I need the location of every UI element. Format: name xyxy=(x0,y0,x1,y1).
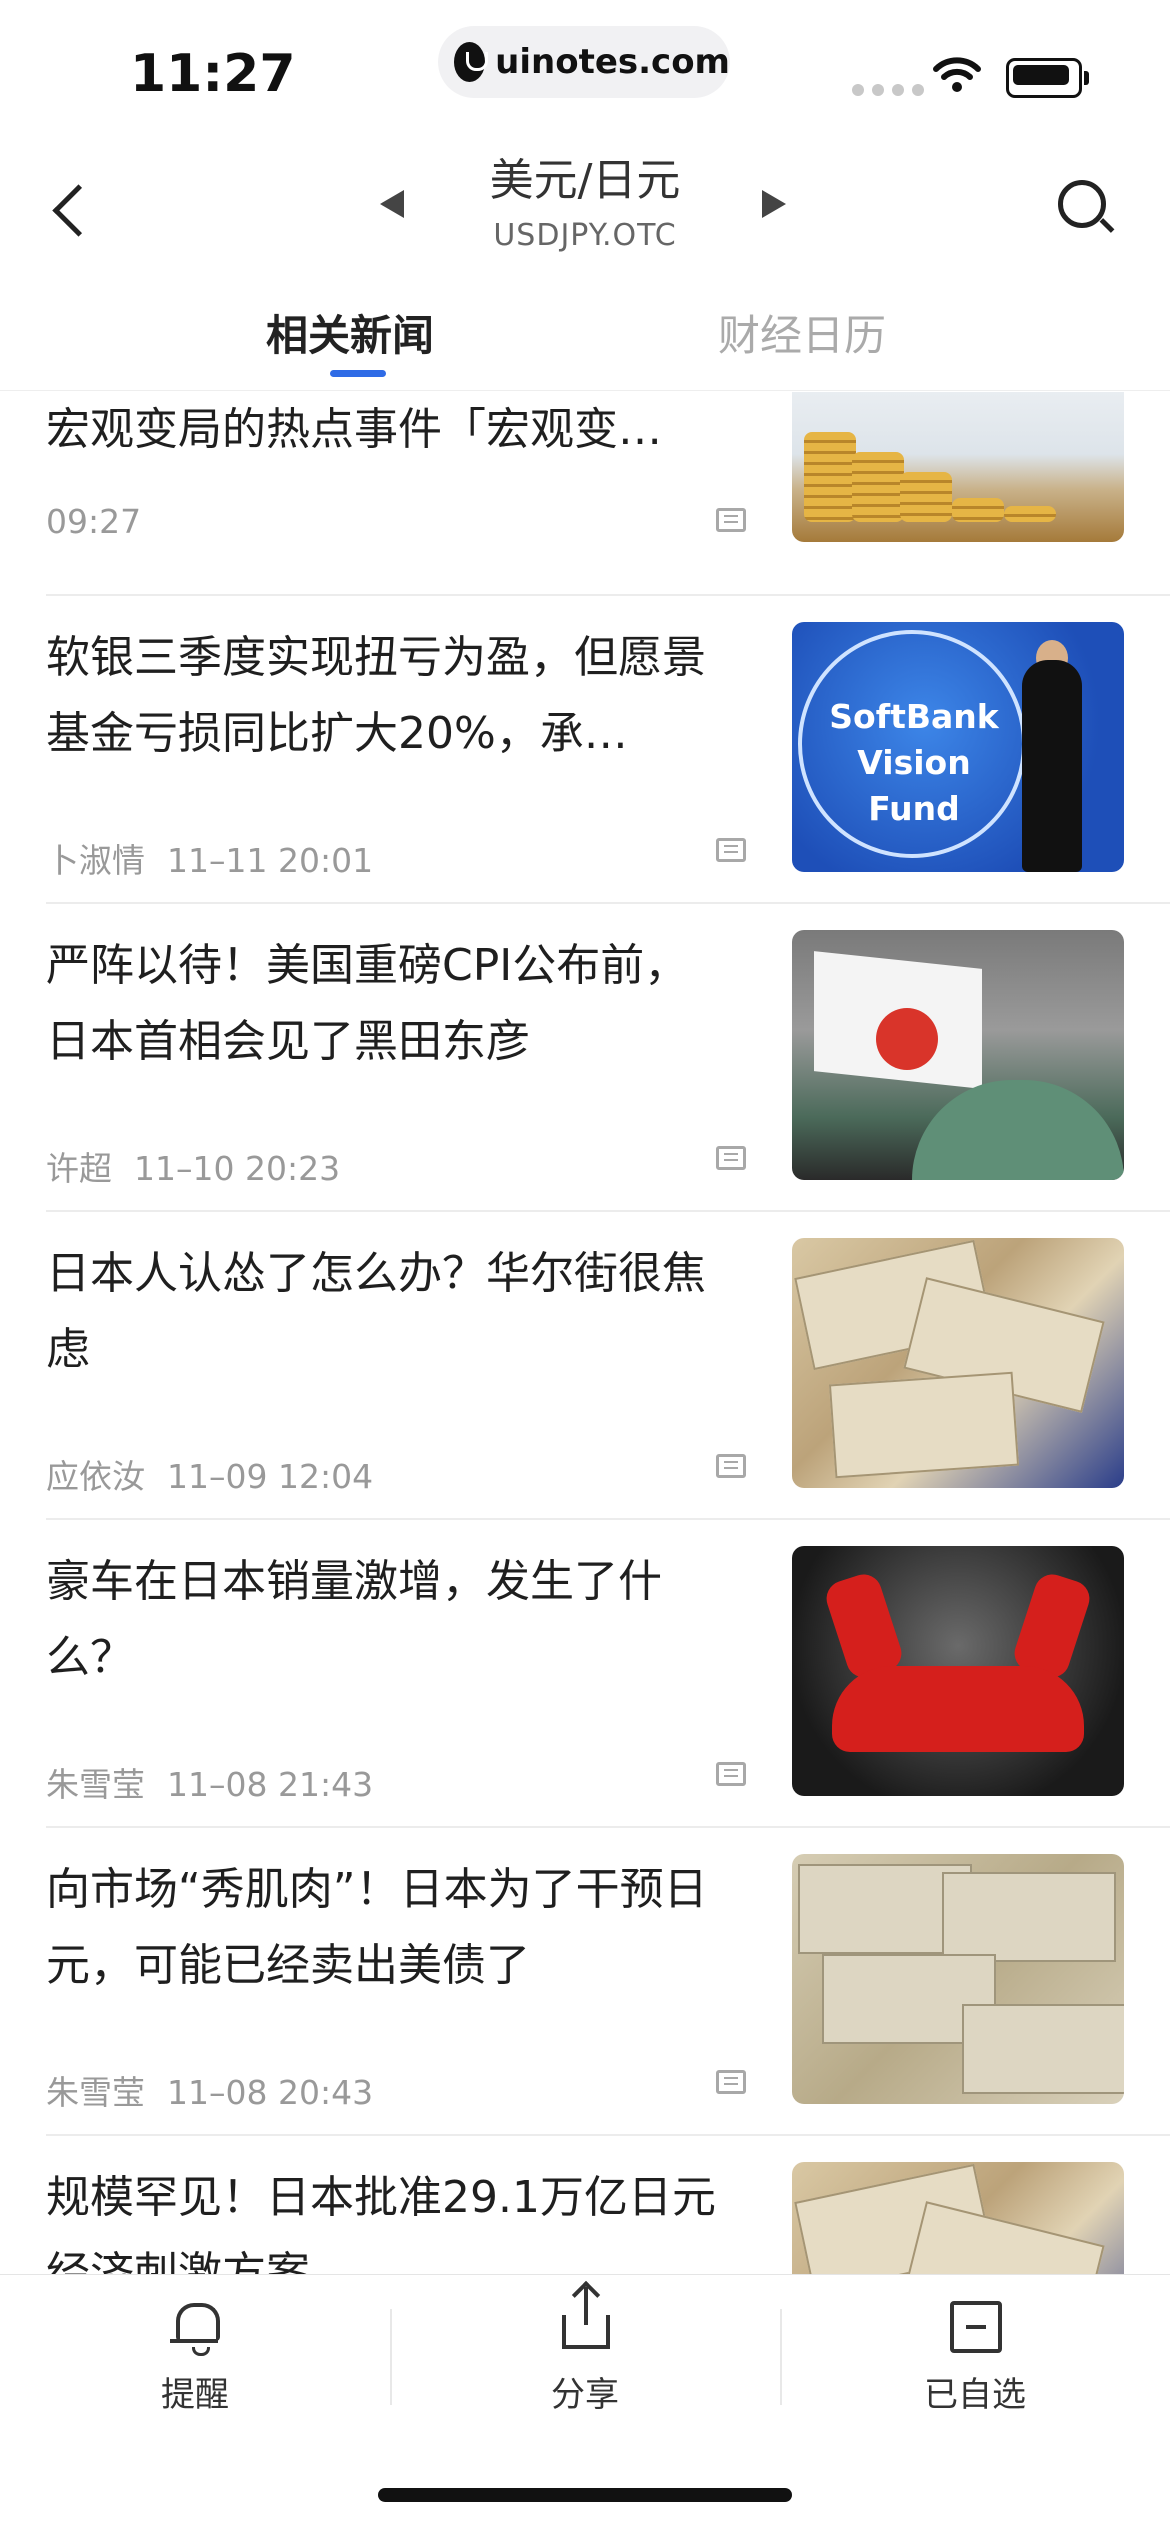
status-time: 11:27 xyxy=(130,44,296,104)
news-feed[interactable]: 宏观变局的热点事件「宏观变… 09:27 软银三季度实现扭亏为盈，但愿景基金亏损… xyxy=(0,392,1170,2274)
news-item[interactable]: 宏观变局的热点事件「宏观变… 09:27 xyxy=(46,392,1170,596)
watchlist-button[interactable]: 已自选 xyxy=(780,2275,1170,2457)
news-meta: 卜淑情 11–11 20:01 xyxy=(46,834,373,882)
news-thumbnail xyxy=(792,2162,1124,2274)
home-indicator[interactable] xyxy=(378,2488,792,2502)
signal-icon xyxy=(852,84,924,96)
page-title: 美元/日元 xyxy=(489,155,681,206)
tab-bar: 相关新闻 财经日历 xyxy=(0,280,1170,391)
watchlist-minus-icon xyxy=(950,2301,1002,2353)
news-title: 规模罕见！日本批准29.1万亿日元经济刺激方案 xyxy=(46,2172,716,2274)
url-pill[interactable]: uinotes.com xyxy=(438,26,730,98)
news-date: 11–08 21:43 xyxy=(167,1765,374,1804)
share-icon xyxy=(562,2287,610,2349)
status-bar: 11:27 uinotes.com xyxy=(0,0,1170,130)
alert-button[interactable]: 提醒 xyxy=(0,2275,390,2457)
news-item[interactable]: 日本人认怂了怎么办？华尔街很焦虑 应依汝 11–09 12:04 xyxy=(46,1212,1170,1520)
search-icon[interactable] xyxy=(1058,180,1106,228)
news-author: 许超 xyxy=(46,1149,112,1188)
news-date: 09:27 xyxy=(46,502,142,541)
site-logo-icon xyxy=(454,42,489,82)
news-thumbnail xyxy=(792,1854,1124,2104)
news-meta: 许超 11–10 20:23 xyxy=(46,1142,340,1190)
news-title: 宏观变局的热点事件「宏观变… xyxy=(46,404,662,455)
battery-icon xyxy=(1006,58,1089,98)
news-item[interactable]: 严阵以待！美国重磅CPI公布前，日本首相会见了黑田东彦 许超 11–10 20:2… xyxy=(46,904,1170,1212)
alert-label: 提醒 xyxy=(161,2375,229,2415)
tab-active-indicator xyxy=(330,370,386,377)
news-meta: 09:27 xyxy=(46,502,141,541)
tab-related-news[interactable]: 相关新闻 xyxy=(266,302,434,363)
news-title: 软银三季度实现扭亏为盈，但愿景基金亏损同比扩大20%，承… xyxy=(46,632,706,759)
news-author: 卜淑情 xyxy=(46,841,145,880)
next-pair-icon[interactable] xyxy=(762,190,786,218)
news-author: 朱雪莹 xyxy=(46,2073,145,2112)
news-thumbnail xyxy=(792,930,1124,1180)
bottom-toolbar: 提醒 分享 已自选 xyxy=(0,2274,1170,2457)
news-item[interactable]: 向市场“秀肌肉”！日本为了干预日元，可能已经卖出美债了 朱雪莹 11–08 20:… xyxy=(46,1828,1170,2136)
share-button[interactable]: 分享 xyxy=(390,2275,780,2457)
news-title: 严阵以待！美国重磅CPI公布前，日本首相会见了黑田东彦 xyxy=(46,940,689,1067)
news-title: 向市场“秀肌肉”！日本为了干预日元，可能已经卖出美债了 xyxy=(46,1864,708,1991)
news-author: 朱雪莹 xyxy=(46,1765,145,1804)
news-meta: 朱雪莹 11–08 21:43 xyxy=(46,1758,373,1806)
page-subtitle: USDJPY.OTC xyxy=(493,218,677,253)
news-item[interactable]: 规模罕见！日本批准29.1万亿日元经济刺激方案 xyxy=(46,2136,1170,2274)
watchlist-label: 已自选 xyxy=(924,2375,1026,2415)
comment-icon[interactable] xyxy=(716,1454,746,1478)
news-date: 11–08 20:43 xyxy=(167,2073,374,2112)
bell-icon xyxy=(170,2303,220,2356)
wifi-icon xyxy=(933,57,981,92)
news-thumbnail xyxy=(792,1546,1124,1796)
news-date: 11–10 20:23 xyxy=(134,1149,341,1188)
news-item[interactable]: 豪车在日本销量激增，发生了什么？ 朱雪莹 11–08 21:43 xyxy=(46,1520,1170,1828)
comment-icon[interactable] xyxy=(716,838,746,862)
news-item[interactable]: 软银三季度实现扭亏为盈，但愿景基金亏损同比扩大20%，承… 卜淑情 11–11 2… xyxy=(46,596,1170,904)
news-title: 日本人认怂了怎么办？华尔街很焦虑 xyxy=(46,1248,706,1375)
news-date: 11–09 12:04 xyxy=(167,1457,374,1496)
comment-icon[interactable] xyxy=(716,508,746,532)
news-meta: 应依汝 11–09 12:04 xyxy=(46,1450,373,1498)
comment-icon[interactable] xyxy=(716,1762,746,1786)
news-meta: 朱雪莹 11–08 20:43 xyxy=(46,2066,373,2114)
share-label: 分享 xyxy=(551,2375,619,2415)
news-author: 应依汝 xyxy=(46,1457,145,1496)
comment-icon[interactable] xyxy=(716,1146,746,1170)
news-thumbnail: SoftBank Vision Fund xyxy=(792,622,1124,872)
news-thumbnail xyxy=(792,1238,1124,1488)
news-date: 11–11 20:01 xyxy=(167,841,374,880)
news-title: 豪车在日本销量激增，发生了什么？ xyxy=(46,1556,662,1683)
tab-econ-calendar[interactable]: 财经日历 xyxy=(718,302,886,363)
nav-bar: 美元/日元 USDJPY.OTC xyxy=(0,130,1170,280)
news-thumbnail xyxy=(792,392,1124,542)
comment-icon[interactable] xyxy=(716,2070,746,2094)
thumbnail-text: SoftBank Vision Fund xyxy=(829,697,999,828)
url-text: uinotes.com xyxy=(495,42,730,82)
